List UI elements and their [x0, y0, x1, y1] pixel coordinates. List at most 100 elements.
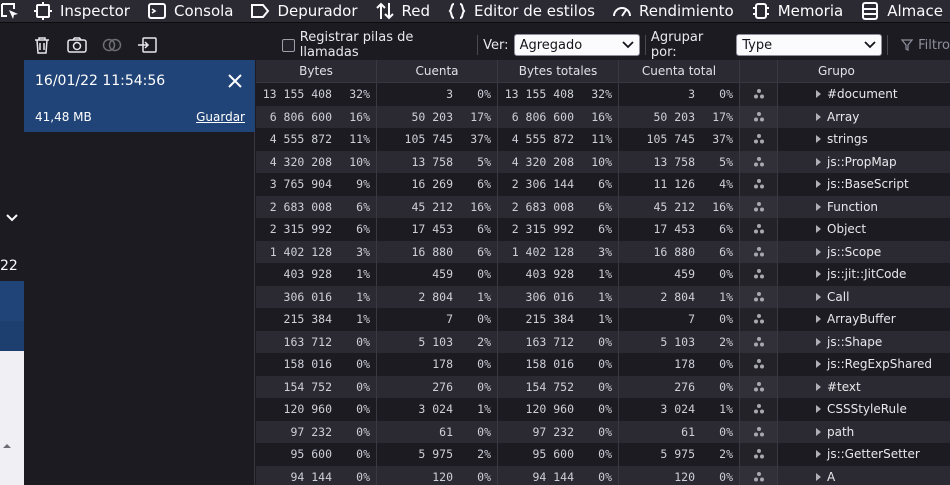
expand-arrow-icon[interactable]: [816, 450, 821, 459]
table-row[interactable]: 4 320 208 10% 13 758 5% 4 320 208 10% 13 758 5%…: [256, 150, 950, 174]
table-row[interactable]: 120 960 0% 3 024 1% 120 960 0% 3 024 1% CSSStyle…: [256, 398, 950, 421]
view-allocation-stack-button[interactable]: [740, 128, 778, 151]
view-select[interactable]: Agregado: [513, 34, 640, 56]
expand-arrow-icon[interactable]: [816, 112, 821, 121]
table-row[interactable]: 2 315 992 6% 17 453 6% 2 315 992 6% 17 453 6% Ob…: [256, 218, 950, 241]
group-cell[interactable]: js::Scope: [778, 241, 950, 264]
table-row[interactable]: 13 155 408 32% 3 0% 13 155 408 32% 3 0% #documen…: [256, 83, 950, 106]
view-allocation-stack-button[interactable]: [740, 150, 778, 173]
group-cell[interactable]: js::RegExpShared: [778, 353, 950, 376]
group-cell[interactable]: js::PropMap: [778, 151, 950, 174]
group-cell[interactable]: js::jit::JitCode: [778, 263, 950, 286]
expand-arrow-icon[interactable]: [816, 180, 821, 189]
view-allocation-stack-button[interactable]: [740, 375, 778, 398]
view-allocation-stack-button[interactable]: [740, 240, 778, 263]
table-row[interactable]: 306 016 1% 2 804 1% 306 016 1% 2 804 1% Call: [256, 285, 950, 309]
expand-arrow-icon[interactable]: [816, 225, 821, 234]
expand-arrow-icon[interactable]: [816, 202, 821, 211]
expand-arrow-icon[interactable]: [816, 292, 821, 301]
table-row[interactable]: 1 402 128 3% 16 880 6% 1 402 128 3% 16 880 6% js…: [256, 240, 950, 264]
table-row[interactable]: 158 016 0% 178 0% 158 016 0% 178 0% js::RegExpSh…: [256, 353, 950, 376]
table-row[interactable]: 3 765 904 9% 16 269 6% 2 306 144 6% 11 126 4% js…: [256, 173, 950, 196]
close-icon[interactable]: [226, 72, 244, 90]
column-header-total-count[interactable]: Cuenta total: [619, 60, 740, 82]
expand-arrow-icon[interactable]: [816, 427, 821, 436]
group-cell[interactable]: strings: [778, 128, 950, 151]
view-allocation-stack-button[interactable]: [740, 443, 778, 466]
expand-arrow-icon[interactable]: [816, 157, 821, 166]
group-cell[interactable]: Function: [778, 196, 950, 219]
tab-storage[interactable]: Almace: [851, 0, 950, 22]
group-cell[interactable]: js::BaseScript: [778, 173, 950, 196]
snapshot-item[interactable]: 16/01/22 11:54:56 41,48 MB Guardar: [24, 60, 255, 132]
view-allocation-stack-button[interactable]: [740, 195, 778, 218]
group-cell[interactable]: #document: [778, 83, 950, 106]
checkbox-box[interactable]: [282, 38, 295, 52]
view-allocation-stack-button[interactable]: [740, 353, 778, 376]
table-row[interactable]: 154 752 0% 276 0% 154 752 0% 276 0% #text: [256, 375, 950, 399]
clear-snapshots-button[interactable]: [24, 33, 59, 57]
expand-arrow-icon[interactable]: [816, 405, 821, 414]
view-allocation-stack-button[interactable]: [740, 330, 778, 353]
table-row[interactable]: 403 928 1% 459 0% 403 928 1% 459 0% js::jit::Jit…: [256, 263, 950, 286]
table-row[interactable]: 4 555 872 11% 105 745 37% 4 555 872 11% 105 74…: [256, 128, 950, 151]
table-row[interactable]: 94 144 0% 120 0% 94 144 0% 120 0% A: [256, 465, 950, 485]
table-row[interactable]: 163 712 0% 5 103 2% 163 712 0% 5 103 2% js::Shap…: [256, 330, 950, 354]
view-allocation-stack-button[interactable]: [740, 308, 778, 331]
group-cell[interactable]: ArrayBuffer: [778, 308, 950, 331]
scroll-up-arrow-icon[interactable]: [2, 442, 12, 450]
group-cell[interactable]: Object: [778, 218, 950, 241]
expand-arrow-icon[interactable]: [816, 270, 821, 279]
tab-inspector[interactable]: Inspector: [24, 0, 138, 22]
expand-arrow-icon[interactable]: [816, 472, 821, 481]
view-allocation-stack-button[interactable]: [740, 173, 778, 196]
table-row[interactable]: 97 232 0% 61 0% 97 232 0% 61 0% path: [256, 420, 950, 444]
expand-arrow-icon[interactable]: [816, 247, 821, 256]
column-header-count[interactable]: Cuenta: [377, 60, 498, 82]
expand-arrow-icon[interactable]: [816, 382, 821, 391]
group-cell[interactable]: Call: [778, 286, 950, 309]
expand-arrow-icon[interactable]: [816, 360, 821, 369]
diff-snapshots-button[interactable]: [94, 33, 129, 57]
import-snapshot-button[interactable]: [130, 33, 165, 57]
view-allocation-stack-button[interactable]: [740, 218, 778, 241]
tab-performance[interactable]: Rendimiento: [603, 0, 742, 22]
take-snapshot-button[interactable]: [59, 33, 94, 57]
column-header-group[interactable]: Grupo: [778, 60, 950, 82]
tab-debugger[interactable]: Depurador: [241, 0, 365, 22]
group-cell[interactable]: CSSStyleRule: [778, 398, 950, 421]
group-cell[interactable]: A: [778, 466, 950, 485]
table-row[interactable]: 95 600 0% 5 975 2% 95 600 0% 5 975 2% js::Getter…: [256, 443, 950, 466]
save-snapshot-link[interactable]: Guardar: [196, 110, 245, 124]
view-allocation-stack-button[interactable]: [740, 465, 778, 485]
filter-input[interactable]: Filtro: [901, 38, 950, 53]
view-allocation-stack-button[interactable]: [740, 263, 778, 286]
view-allocation-stack-button[interactable]: [740, 285, 778, 308]
group-cell[interactable]: #text: [778, 376, 950, 399]
group-cell[interactable]: path: [778, 421, 950, 444]
view-allocation-stack-button[interactable]: [740, 83, 778, 106]
group-cell[interactable]: js::Shape: [778, 331, 950, 354]
table-row[interactable]: 2 683 008 6% 45 212 16% 2 683 008 6% 45 212 16%…: [256, 195, 950, 219]
stack-icon: [753, 269, 764, 279]
record-stacks-checkbox[interactable]: Registrar pilas de llamadas: [282, 30, 472, 60]
column-header-total-bytes[interactable]: Bytes totales: [498, 60, 619, 82]
column-header-bytes[interactable]: Bytes: [256, 60, 377, 82]
tab-network[interactable]: Red: [366, 0, 439, 22]
expand-arrow-icon[interactable]: [816, 135, 821, 144]
view-allocation-stack-button[interactable]: [740, 105, 778, 128]
tab-style-editor[interactable]: Editor de estilos: [438, 0, 603, 22]
view-allocation-stack-button[interactable]: [740, 420, 778, 443]
group-cell[interactable]: js::GetterSetter: [778, 443, 950, 466]
tab-memory[interactable]: Memoria: [742, 0, 852, 22]
tab-console[interactable]: Consola: [138, 0, 242, 22]
expand-arrow-icon[interactable]: [816, 90, 821, 99]
expand-arrow-icon[interactable]: [816, 337, 821, 346]
group-cell[interactable]: Array: [778, 106, 950, 129]
element-picker-button[interactable]: [0, 0, 20, 22]
view-allocation-stack-button[interactable]: [740, 398, 778, 421]
expand-arrow-icon[interactable]: [816, 315, 821, 324]
group-by-select[interactable]: Type: [736, 34, 883, 56]
table-row[interactable]: 6 806 600 16% 50 203 17% 6 806 600 16% 50 203 1…: [256, 105, 950, 129]
table-row[interactable]: 215 384 1% 7 0% 215 384 1% 7 0% ArrayBuffer: [256, 308, 950, 331]
